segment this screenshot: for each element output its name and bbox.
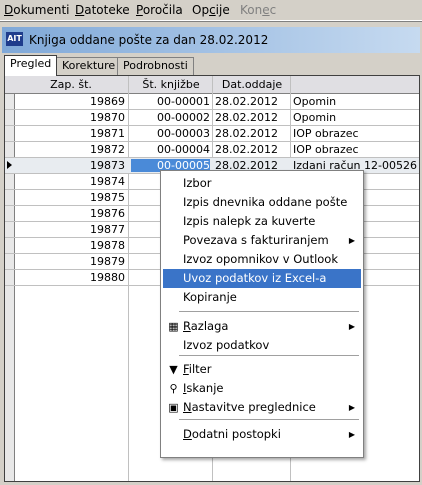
cell-zap-st[interactable]: 19875 — [15, 191, 125, 204]
menu-datoteke[interactable]: Datoteke — [75, 3, 130, 17]
menu-opcije[interactable]: Opcije — [192, 3, 230, 17]
context-menu-item-label: Povezava s fakturiranjem — [183, 233, 329, 247]
context-menu-item-label: Izvoz podatkov — [183, 338, 270, 352]
tab-podrobnosti[interactable]: Podrobnosti — [117, 57, 194, 75]
context-menu-item-label: Iskanje — [183, 381, 224, 395]
context-menu-item-label: Dodatni postopki — [183, 427, 281, 441]
context-menu-item-label: Izpis dnevnika oddane pošte — [183, 195, 348, 209]
header-zap-st[interactable]: Zap. št. — [15, 78, 127, 91]
submenu-arrow-icon: ▶ — [348, 430, 355, 439]
cell-st-knjizbe[interactable]: 00-00004 — [131, 143, 210, 156]
menu-separator — [179, 355, 359, 356]
context-menu-item-label: Izbor — [183, 176, 212, 190]
search-icon: ⚲ — [169, 382, 178, 395]
cell-zap-st[interactable]: 19877 — [15, 223, 125, 236]
current-row-marker-icon — [7, 161, 12, 169]
context-menu-item-label: Uvoz podatkov iz Excel-a — [183, 271, 327, 285]
cell-st-knjizbe[interactable]: 00-00003 — [131, 127, 210, 140]
context-menu-item-label: Razlaga — [183, 319, 229, 333]
layout-icon: ▦ — [168, 320, 179, 333]
submenu-arrow-icon: ▶ — [348, 236, 355, 245]
context-menu-item-7[interactable]: Kopiranje — [163, 288, 361, 307]
table-row[interactable]: 19870 00-00002 28.02.2012 Opomin — [5, 110, 419, 126]
context-menu-item-5[interactable]: Izvoz opomnikov v Outlook — [163, 250, 361, 269]
app-logo: AIT — [6, 32, 23, 46]
menu-konec: Konec — [240, 3, 277, 17]
cell-zap-st[interactable]: 19871 — [15, 127, 125, 140]
context-menu-item-6[interactable]: Uvoz podatkov iz Excel-a — [163, 269, 361, 288]
context-menu-item-label: Nastavitve preglednice — [183, 400, 316, 414]
cell-opis[interactable]: IOP obrazec — [293, 127, 417, 140]
cell-zap-st[interactable]: 19873 — [15, 159, 125, 172]
submenu-arrow-icon: ▶ — [348, 322, 355, 331]
context-menu-item-11[interactable]: ⚲ Iskanje — [163, 379, 361, 398]
cell-zap-st[interactable]: 19870 — [15, 111, 125, 124]
cell-zap-st[interactable]: 19876 — [15, 207, 125, 220]
cell-zap-st[interactable]: 19878 — [15, 239, 125, 252]
context-menu-item-label: Izvoz opomnikov v Outlook — [183, 252, 339, 266]
window-title: Knjiga oddane pošte za dan 28.02.2012 — [29, 33, 269, 47]
context-menu-item-label: Kopiranje — [183, 290, 237, 304]
menu-bar: Dokumenti Datoteke Poročila Opcije Konec — [0, 0, 422, 21]
cell-zap-st[interactable]: 19874 — [15, 175, 125, 188]
table-row[interactable]: 19872 00-00004 28.02.2012 IOP obrazec — [5, 142, 419, 158]
cell-dat-oddaje[interactable]: 28.02.2012 — [215, 143, 289, 156]
header-dat-oddaje[interactable]: Dat.oddaje — [213, 78, 291, 91]
cell-zap-st[interactable]: 19872 — [15, 143, 125, 156]
tab-strip: Pregled Korekture Podrobnosti — [2, 55, 420, 76]
window-title-bar: AIT Knjiga oddane pošte za dan 28.02.201… — [2, 27, 420, 53]
context-menu-item-8[interactable]: ▦ Razlaga ▶ — [163, 317, 361, 336]
settings-icon: ▣ — [168, 401, 179, 414]
context-menu: Izbor Izpis dnevnika oddane pošte Izpis na… — [160, 170, 364, 458]
cell-opis[interactable]: IOP obrazec — [293, 143, 417, 156]
context-menu-item-13[interactable]: Dodatni postopki ▶ — [163, 425, 361, 444]
header-st-knjizbe[interactable]: Št. knjižbe — [129, 78, 213, 91]
context-menu-item-4[interactable]: Povezava s fakturiranjem ▶ — [163, 231, 361, 250]
cell-st-knjizbe[interactable]: 00-00002 — [131, 111, 210, 124]
cell-st-knjizbe[interactable]: 00-00001 — [131, 95, 210, 108]
menu-separator — [179, 419, 359, 420]
context-menu-item-label: Filter — [183, 362, 212, 376]
context-menu-item-3[interactable]: Izpis nalepk za kuverte — [163, 212, 361, 231]
menu-dokumenti[interactable]: Dokumenti — [4, 3, 70, 17]
context-menu-item-9[interactable]: Izvoz podatkov — [163, 336, 361, 355]
cell-opis[interactable]: Opomin — [293, 111, 417, 124]
cell-dat-oddaje[interactable]: 28.02.2012 — [215, 95, 289, 108]
context-menu-item-2[interactable]: Izpis dnevnika oddane pošte — [163, 193, 361, 212]
context-menu-item-label: Izpis nalepk za kuverte — [183, 214, 316, 228]
submenu-arrow-icon: ▶ — [348, 403, 355, 412]
context-menu-item-12[interactable]: ▣ Nastavitve preglednice ▶ — [163, 398, 361, 417]
menu-porocila[interactable]: Poročila — [136, 3, 183, 17]
cell-zap-st[interactable]: 19879 — [15, 255, 125, 268]
table-row[interactable]: 19871 00-00003 28.02.2012 IOP obrazec — [5, 126, 419, 142]
menu-separator — [179, 311, 359, 312]
cell-zap-st[interactable]: 19880 — [15, 271, 125, 284]
tab-korekture[interactable]: Korekture — [56, 57, 122, 75]
cell-opis[interactable]: Opomin — [293, 95, 417, 108]
cell-dat-oddaje[interactable]: 28.02.2012 — [215, 127, 289, 140]
cell-zap-st[interactable]: 19869 — [15, 95, 125, 108]
tab-pregled[interactable]: Pregled — [4, 55, 58, 76]
cell-dat-oddaje[interactable]: 28.02.2012 — [215, 111, 289, 124]
filter-icon: ▼ — [169, 363, 178, 376]
table-row[interactable]: 19869 00-00001 28.02.2012 Opomin — [5, 94, 419, 110]
context-menu-item-1[interactable]: Izbor — [163, 174, 361, 193]
context-menu-item-10[interactable]: ▼ Filter — [163, 360, 361, 379]
